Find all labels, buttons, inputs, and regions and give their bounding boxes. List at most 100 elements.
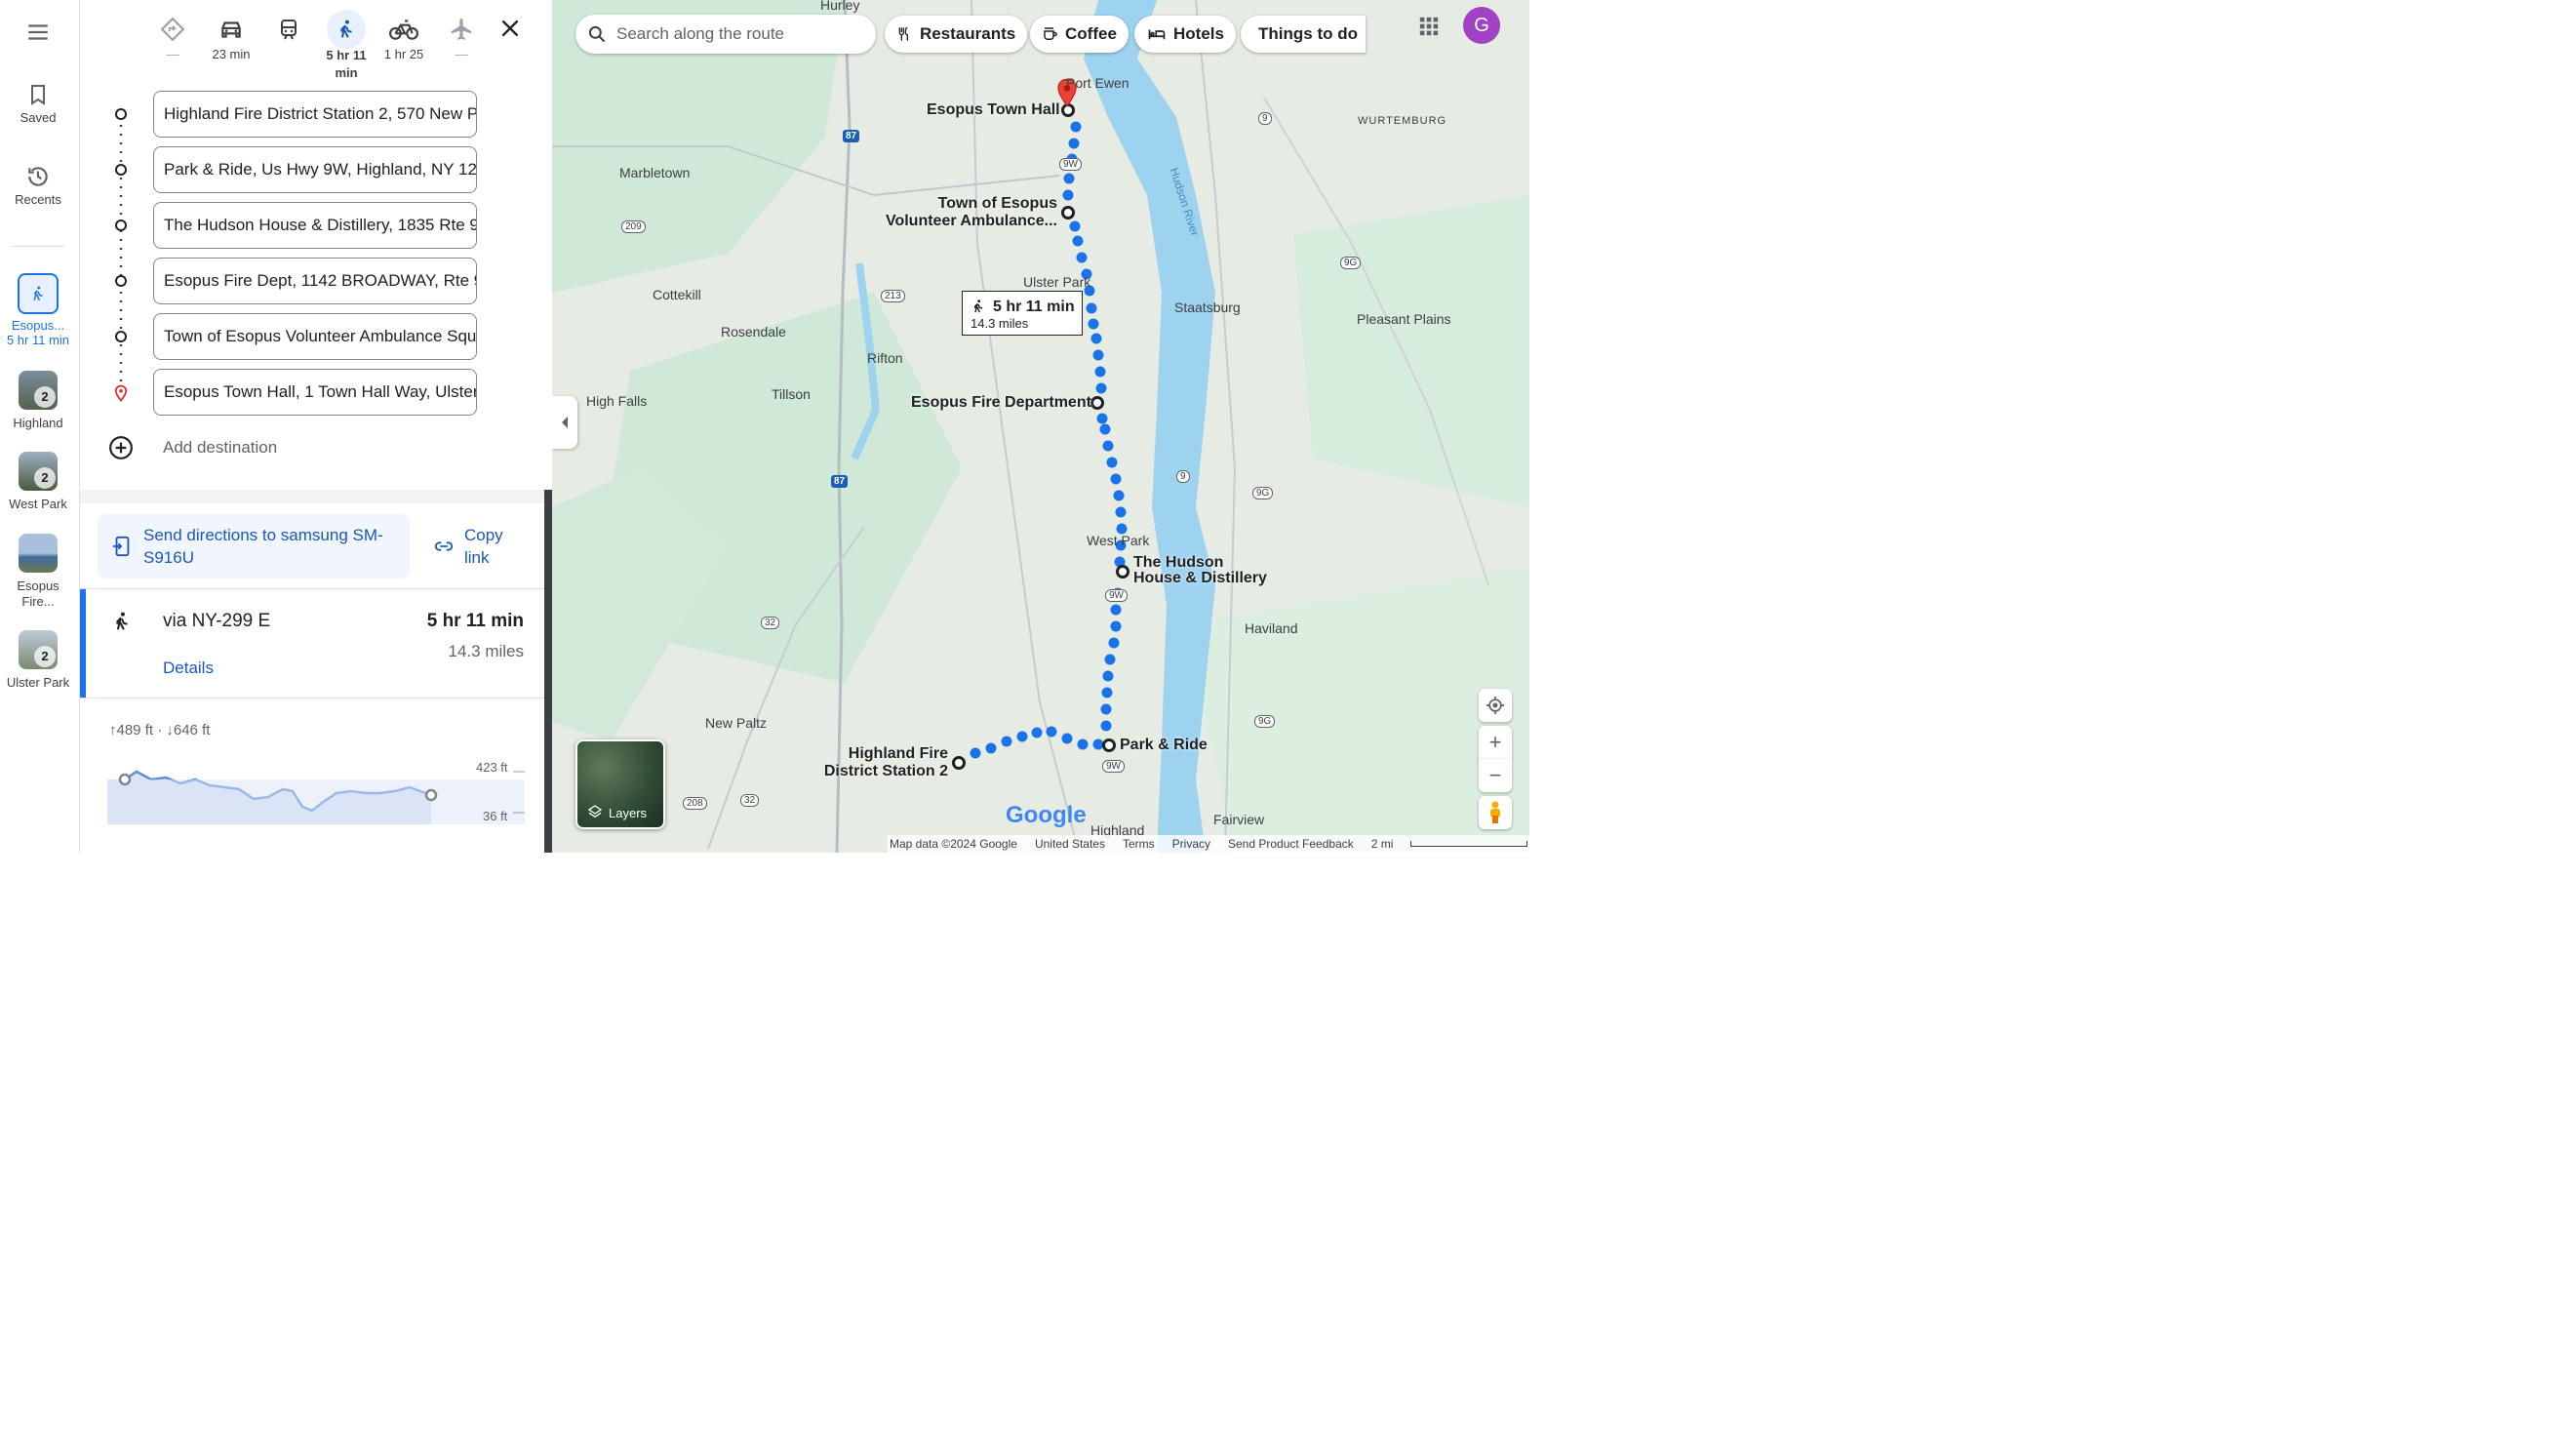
rail-item-west-park[interactable]: 2 West Park — [0, 452, 76, 511]
stop-marker[interactable] — [1116, 565, 1129, 578]
stop-marker[interactable] — [952, 756, 966, 770]
elevation-min-label: 36 ft — [483, 809, 508, 823]
elevation-up: 489 ft — [116, 722, 154, 738]
rail-item-highland[interactable]: 2 Highland — [0, 371, 76, 430]
place-label: Pleasant Plains — [1357, 311, 1451, 327]
plus-icon: + — [1488, 730, 1502, 754]
route-shield: 9G — [1252, 487, 1274, 499]
details-button[interactable]: Details — [163, 658, 214, 678]
link-icon[interactable] — [432, 536, 456, 557]
active-trip-time: 5 hr 11 min — [6, 333, 70, 347]
mode-transit[interactable] — [260, 12, 317, 47]
place-label: West Park — [1087, 533, 1150, 548]
waypoint-marker[interactable] — [115, 219, 127, 231]
region-link[interactable]: United States — [1035, 837, 1105, 851]
chip-label: Coffee — [1065, 24, 1117, 43]
mode-flight-label: — — [455, 47, 468, 61]
place-label: Port Ewen — [1066, 75, 1129, 91]
scale-label[interactable]: 2 mi — [1371, 837, 1394, 851]
left-rail: Saved Recents Esopus... 5 hr 11 min 2 Hi… — [0, 0, 80, 853]
thumbnail: 2 — [19, 371, 58, 410]
waypoint-input-2[interactable]: Park & Ride, Us Hwy 9W, Highland, NY 125… — [153, 146, 477, 193]
my-location-button[interactable] — [1479, 689, 1512, 722]
crosshair-icon — [1486, 696, 1505, 715]
send-to-device-button[interactable]: Send directions to samsung SM-S916U — [98, 514, 410, 578]
search-along-route[interactable]: Search along the route — [575, 15, 876, 54]
rail-item-ulster-park[interactable]: 2 Ulster Park — [0, 630, 76, 690]
waypoint-input-1[interactable]: Highland Fire District Station 2, 570 Ne… — [153, 91, 477, 138]
mode-walk-label: 5 hr 11 min — [326, 48, 367, 80]
minus-icon: − — [1488, 763, 1502, 787]
route-time-callout[interactable]: 5 hr 11 min 14.3 miles — [962, 291, 1083, 336]
stop-marker[interactable] — [1090, 396, 1104, 410]
waypoint-marker[interactable] — [115, 275, 127, 287]
route-time: 5 hr 11 min — [426, 611, 524, 631]
waypoint-marker[interactable] — [115, 331, 127, 342]
mode-drive[interactable]: 23 min — [203, 12, 259, 61]
interstate-shield: 87 — [831, 475, 849, 488]
route-distance: 14.3 miles — [448, 642, 524, 660]
collapse-panel-button[interactable] — [552, 396, 577, 449]
elevation-max-label: 423 ft — [476, 760, 508, 775]
interstate-shield: 87 — [843, 130, 860, 142]
stop-marker[interactable] — [1061, 206, 1075, 219]
chip-restaurants[interactable]: Restaurants — [885, 16, 1028, 53]
rail-item-label: Highland — [13, 416, 63, 430]
history-icon — [28, 167, 48, 186]
waypoint-input-4[interactable]: Esopus Fire Dept, 1142 BROADWAY, Rte 9W — [153, 258, 477, 304]
stop-marker[interactable] — [1102, 738, 1116, 752]
panel-scrollbar[interactable] — [544, 490, 552, 853]
chip-coffee[interactable]: Coffee — [1030, 16, 1129, 53]
mode-flight[interactable]: — — [433, 12, 490, 61]
account-avatar[interactable]: G — [1463, 7, 1500, 44]
mode-walk[interactable]: 5 hr 11 min — [318, 10, 375, 82]
close-button[interactable] — [497, 16, 523, 46]
layers-button[interactable]: Layers — [575, 739, 665, 829]
copy-link-button[interactable]: Copy link — [464, 524, 523, 569]
waypoint-marker[interactable] — [115, 108, 127, 120]
waypoint-connector — [119, 125, 123, 386]
rail-item-esopus-fire[interactable]: Esopus Fire... — [0, 534, 76, 610]
stop-label-ambulance: Town of Esopus Volunteer Ambulance... — [885, 195, 1057, 229]
directions-diamond-icon — [160, 17, 185, 42]
apps-button[interactable] — [1418, 16, 1440, 42]
saved-button[interactable]: Saved — [0, 82, 76, 125]
walk-icon — [116, 612, 128, 630]
street-view-pegman[interactable] — [1479, 796, 1512, 829]
google-logo: Google — [1006, 802, 1087, 828]
elevation-start-marker — [118, 773, 132, 786]
walk-icon — [973, 299, 983, 313]
route-selected-indicator — [80, 589, 86, 698]
mode-best[interactable]: — — [144, 12, 201, 61]
map-canvas[interactable]: Esopus Town Hall Town of Esopus Voluntee… — [552, 0, 1529, 853]
menu-button[interactable] — [0, 20, 76, 48]
add-destination-button[interactable]: Add destination — [163, 438, 277, 458]
privacy-link[interactable]: Privacy — [1172, 837, 1210, 851]
zoom-out-button[interactable]: − — [1479, 759, 1512, 792]
map-footer: Map data ©2024 Google United States Term… — [888, 835, 1529, 853]
terms-link[interactable]: Terms — [1123, 837, 1155, 851]
recents-label: Recents — [15, 192, 61, 207]
zoom-in-button[interactable]: + — [1479, 726, 1512, 759]
mode-bike[interactable]: 1 hr 25 — [376, 12, 432, 61]
add-destination-icon[interactable] — [108, 435, 134, 460]
chip-things-to-do[interactable]: Things to do — [1241, 16, 1366, 53]
waypoint-input-5[interactable]: Town of Esopus Volunteer Ambulance Squad — [153, 313, 477, 360]
chevron-left-icon — [562, 417, 568, 428]
search-icon — [588, 25, 606, 43]
pegman-icon — [1490, 801, 1500, 823]
rail-active-trip[interactable]: Esopus... 5 hr 11 min — [0, 273, 76, 347]
callout-distance: 14.3 miles — [971, 316, 1029, 331]
route-option-card[interactable]: via NY-299 E 5 hr 11 min 14.3 miles Deta… — [80, 589, 544, 698]
walk-icon — [18, 273, 59, 314]
feedback-link[interactable]: Send Product Feedback — [1228, 837, 1354, 851]
route-shield: 32 — [740, 794, 760, 807]
waypoint-marker[interactable] — [115, 164, 127, 176]
thumbnail — [19, 534, 58, 573]
recents-button[interactable]: Recents — [0, 164, 76, 207]
elevation-summary: ↑489 ft · ↓646 ft — [109, 722, 211, 738]
destination-pin-icon[interactable] — [112, 383, 130, 403]
waypoint-input-3[interactable]: The Hudson House & Distillery, 1835 Rte … — [153, 202, 477, 249]
chip-hotels[interactable]: Hotels — [1134, 16, 1236, 53]
waypoint-input-6[interactable]: Esopus Town Hall, 1 Town Hall Way, Ulste… — [153, 369, 477, 416]
